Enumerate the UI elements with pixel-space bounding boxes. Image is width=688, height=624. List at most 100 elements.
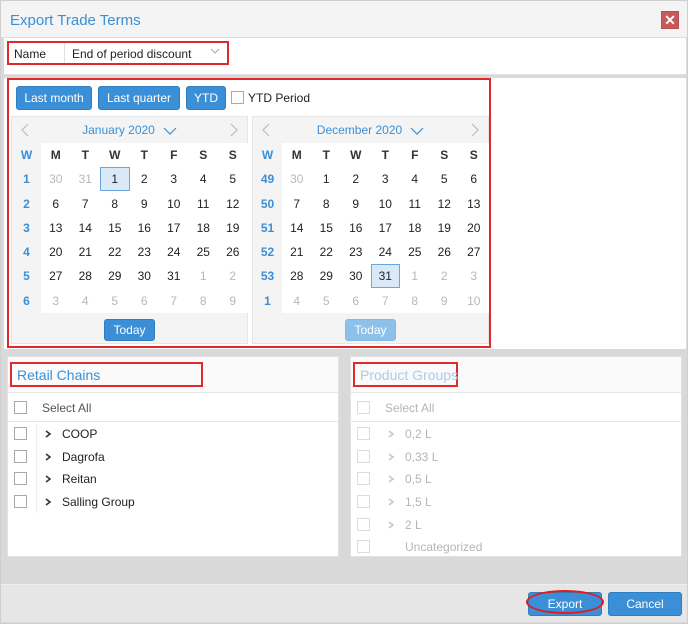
- calendar-day[interactable]: 7: [371, 289, 401, 313]
- calendar-day[interactable]: 12: [218, 192, 248, 216]
- calendar-day[interactable]: 28: [282, 264, 312, 288]
- calendar-day[interactable]: 29: [100, 264, 130, 288]
- calendar-day[interactable]: 23: [341, 240, 371, 264]
- calendar-day[interactable]: 3: [41, 289, 71, 313]
- calendar-day[interactable]: 4: [189, 167, 219, 191]
- calendar-day[interactable]: 22: [100, 240, 130, 264]
- close-button[interactable]: ✕: [661, 11, 679, 29]
- calendar-day[interactable]: 9: [430, 289, 460, 313]
- calendar-day[interactable]: 14: [71, 216, 101, 240]
- calendar-day[interactable]: 1: [400, 264, 430, 288]
- month-picker[interactable]: December 2020: [253, 123, 488, 137]
- ytd-button[interactable]: YTD: [186, 86, 226, 110]
- calendar-day[interactable]: 19: [430, 216, 460, 240]
- calendar-day[interactable]: 3: [459, 264, 489, 288]
- last-quarter-button[interactable]: Last quarter: [98, 86, 180, 110]
- chevron-right-icon[interactable]: [468, 122, 482, 138]
- calendar-day[interactable]: 25: [189, 240, 219, 264]
- calendar-day[interactable]: 22: [312, 240, 342, 264]
- list-item[interactable]: Salling Group: [8, 491, 338, 514]
- calendar-day[interactable]: 21: [282, 240, 312, 264]
- calendar-day[interactable]: 3: [159, 167, 189, 191]
- calendar-day[interactable]: 9: [130, 192, 160, 216]
- calendar-day[interactable]: 2: [430, 264, 460, 288]
- calendar-day[interactable]: 6: [130, 289, 160, 313]
- calendar-day[interactable]: 2: [130, 167, 160, 191]
- calendar-day[interactable]: 11: [400, 192, 430, 216]
- calendar-day[interactable]: 24: [159, 240, 189, 264]
- calendar-day[interactable]: 4: [71, 289, 101, 313]
- checkbox-icon[interactable]: [14, 449, 27, 463]
- calendar-day[interactable]: 5: [218, 167, 248, 191]
- calendar-day[interactable]: 13: [459, 192, 489, 216]
- calendar-day[interactable]: 29: [312, 264, 342, 288]
- calendar-day[interactable]: 16: [341, 216, 371, 240]
- selected-day[interactable]: 1: [100, 167, 130, 192]
- name-dropdown[interactable]: End of period discount: [64, 43, 227, 63]
- retail-chains-select-all[interactable]: Select All: [8, 393, 338, 422]
- list-item[interactable]: Reitan: [8, 468, 338, 491]
- calendar-day[interactable]: 4: [400, 167, 430, 191]
- calendar-day[interactable]: 9: [218, 289, 248, 313]
- calendar-day[interactable]: 5: [430, 167, 460, 191]
- calendar-day[interactable]: 7: [159, 289, 189, 313]
- calendar-day[interactable]: 28: [71, 264, 101, 288]
- calendar-day[interactable]: 15: [312, 216, 342, 240]
- calendar-day[interactable]: 17: [371, 216, 401, 240]
- calendar-day[interactable]: 13: [41, 216, 71, 240]
- calendar-day[interactable]: 10: [159, 192, 189, 216]
- ytd-period-checkbox[interactable]: YTD Period: [231, 90, 310, 106]
- checkbox-icon[interactable]: [14, 472, 27, 486]
- calendar-day[interactable]: 24: [371, 240, 401, 264]
- calendar-day[interactable]: 4: [282, 289, 312, 313]
- month-picker[interactable]: January 2020: [12, 123, 247, 137]
- calendar-day[interactable]: 20: [459, 216, 489, 240]
- cancel-button[interactable]: Cancel: [608, 592, 682, 616]
- calendar-day[interactable]: 12: [430, 192, 460, 216]
- calendar-day[interactable]: 19: [218, 216, 248, 240]
- calendar-day[interactable]: 26: [430, 240, 460, 264]
- calendar-day[interactable]: 30: [41, 167, 71, 191]
- calendar-day[interactable]: 31: [71, 167, 101, 191]
- calendar-day[interactable]: 10: [459, 289, 489, 313]
- expand-chevron-icon[interactable]: [44, 497, 52, 507]
- calendar-day[interactable]: 16: [130, 216, 160, 240]
- calendar-day[interactable]: 2: [218, 264, 248, 288]
- calendar-day[interactable]: 30: [282, 167, 312, 191]
- calendar-day[interactable]: 17: [159, 216, 189, 240]
- calendar-day[interactable]: 9: [341, 192, 371, 216]
- calendar-day[interactable]: 2: [341, 167, 371, 191]
- calendar-day[interactable]: 1: [312, 167, 342, 191]
- calendar-day[interactable]: 5: [312, 289, 342, 313]
- calendar-day[interactable]: 7: [71, 192, 101, 216]
- calendar-day[interactable]: 18: [189, 216, 219, 240]
- calendar-day[interactable]: 20: [41, 240, 71, 264]
- calendar-day[interactable]: 30: [341, 264, 371, 288]
- expand-chevron-icon[interactable]: [44, 429, 52, 439]
- calendar-day[interactable]: 8: [312, 192, 342, 216]
- calendar-day[interactable]: 3: [371, 167, 401, 191]
- calendar-day[interactable]: 18: [400, 216, 430, 240]
- calendar-day[interactable]: 7: [282, 192, 312, 216]
- calendar-day[interactable]: 30: [130, 264, 160, 288]
- checkbox-icon[interactable]: [14, 495, 27, 509]
- export-button[interactable]: Export: [528, 592, 602, 616]
- calendar-day[interactable]: 27: [459, 240, 489, 264]
- calendar-day[interactable]: 1: [189, 264, 219, 288]
- calendar-day[interactable]: 25: [400, 240, 430, 264]
- calendar-day[interactable]: 26: [218, 240, 248, 264]
- checkbox-icon[interactable]: [231, 91, 244, 105]
- calendar-day[interactable]: 11: [189, 192, 219, 216]
- checkbox-icon[interactable]: [14, 427, 27, 440]
- calendar-day[interactable]: 8: [400, 289, 430, 313]
- calendar-day[interactable]: 5: [100, 289, 130, 313]
- expand-chevron-icon[interactable]: [44, 474, 52, 484]
- calendar-day[interactable]: 6: [459, 167, 489, 191]
- calendar-day[interactable]: 10: [371, 192, 401, 216]
- calendar-day[interactable]: 8: [100, 192, 130, 216]
- list-item[interactable]: COOP: [8, 423, 338, 446]
- calendar-day[interactable]: 8: [189, 289, 219, 313]
- last-month-button[interactable]: Last month: [16, 86, 92, 110]
- calendar-day[interactable]: 31: [159, 264, 189, 288]
- calendar-day[interactable]: 6: [41, 192, 71, 216]
